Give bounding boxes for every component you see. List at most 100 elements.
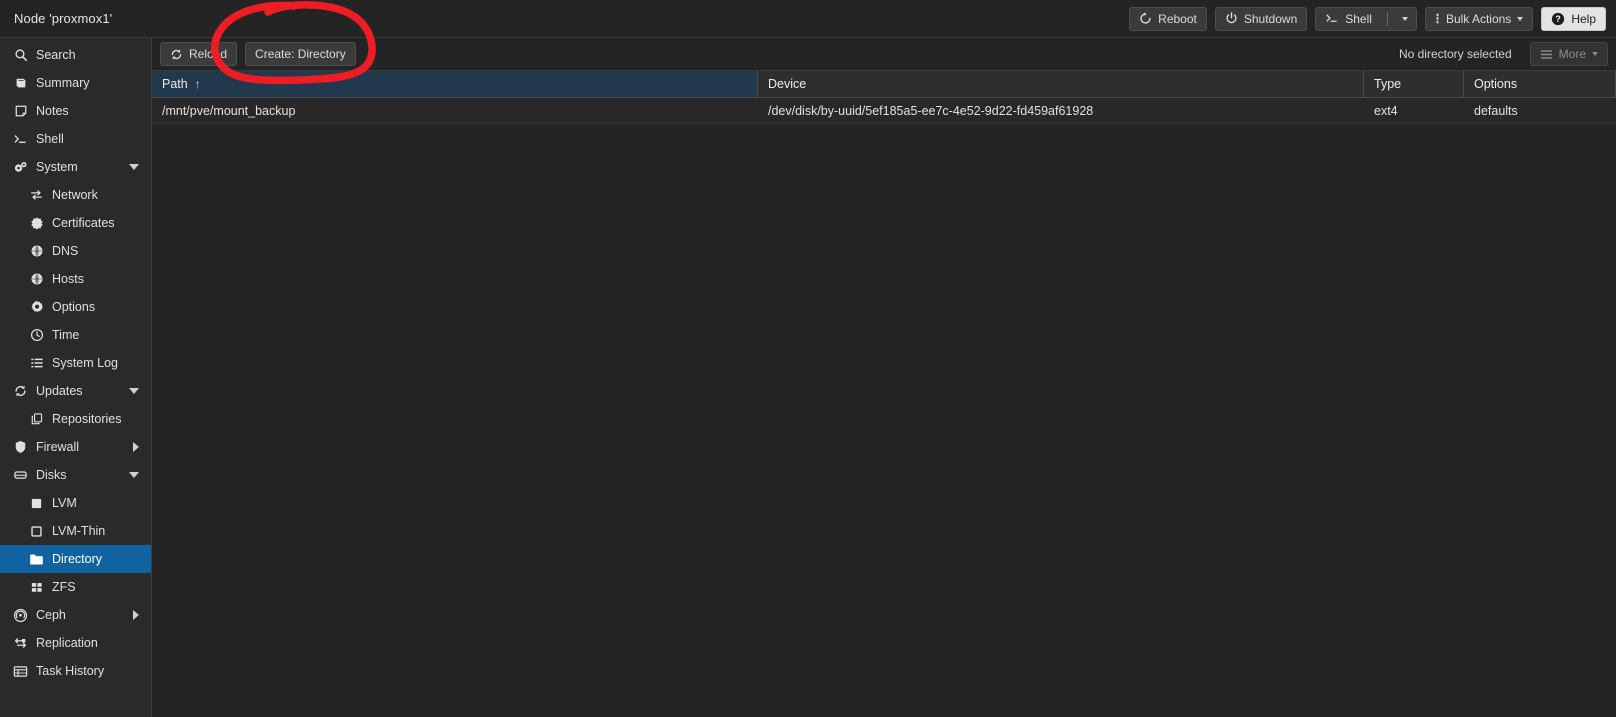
chevron-down-icon — [1592, 52, 1598, 56]
refresh-icon — [12, 384, 29, 398]
terminal-icon — [12, 132, 29, 146]
sidebar-item-options[interactable]: Options — [0, 293, 151, 321]
chevron-right-icon[interactable] — [133, 442, 139, 452]
page-body: Search Summary Notes Shell System Networ… — [0, 38, 1616, 717]
sidebar-item-updates[interactable]: Updates — [0, 377, 151, 405]
column-header-device[interactable]: Device — [758, 71, 1364, 97]
reload-label: Reload — [189, 47, 228, 61]
sidebar-item-lvm-thin[interactable]: LVM-Thin — [0, 517, 151, 545]
sidebar-item-disks[interactable]: Disks — [0, 461, 151, 489]
bulk-actions-button[interactable]: Bulk Actions — [1424, 6, 1534, 31]
sidebar-item-system[interactable]: System — [0, 153, 151, 181]
sidebar-item-label: Notes — [36, 104, 69, 118]
clock-icon — [28, 328, 45, 342]
table-empty-area — [152, 124, 1616, 717]
sidebar-item-label: Ceph — [36, 608, 66, 622]
table-header-row: Path ↑ Device Type Options — [152, 71, 1616, 98]
search-icon — [12, 48, 29, 62]
sidebar-item-shell[interactable]: Shell — [0, 125, 151, 153]
globe-icon — [28, 272, 45, 286]
reload-button[interactable]: Reload — [160, 42, 238, 66]
reboot-button[interactable]: Reboot — [1129, 6, 1207, 31]
column-header-label: Type — [1374, 77, 1402, 91]
network-icon — [28, 188, 45, 202]
copy-icon — [28, 412, 45, 426]
sidebar-item-hosts[interactable]: Hosts — [0, 265, 151, 293]
more-button[interactable]: More — [1529, 42, 1608, 66]
column-header-options[interactable]: Options — [1464, 71, 1616, 97]
chevron-down-icon[interactable] — [129, 472, 139, 478]
sidebar-navigation[interactable]: Search Summary Notes Shell System Networ… — [0, 38, 152, 717]
shell-label: Shell — [1345, 11, 1372, 26]
directory-table: Path ↑ Device Type Options /mnt/pve/moun… — [152, 71, 1616, 717]
sidebar-item-label: Summary — [36, 76, 90, 90]
sidebar-item-label: Certificates — [52, 216, 115, 230]
proxmox-node-directory-page: Node 'proxmox1' Reboot Shutdown Shell Bu… — [0, 0, 1616, 717]
table-row[interactable]: /mnt/pve/mount_backup /dev/disk/by-uuid/… — [152, 98, 1616, 124]
sidebar-item-lvm[interactable]: LVM — [0, 489, 151, 517]
shell-dropdown-toggle[interactable] — [1394, 8, 1416, 30]
chevron-down-icon[interactable] — [129, 164, 139, 170]
list-icon — [28, 356, 45, 370]
sidebar-item-label: Search — [36, 48, 76, 62]
shell-button[interactable]: Shell — [1315, 6, 1417, 31]
shutdown-label: Shutdown — [1243, 11, 1298, 26]
chevron-right-icon[interactable] — [133, 610, 139, 620]
sidebar-item-ceph[interactable]: Ceph — [0, 601, 151, 629]
sidebar-item-task-history[interactable]: Task History — [0, 657, 151, 685]
chevron-down-icon[interactable] — [129, 388, 139, 394]
replication-icon — [12, 636, 29, 650]
refresh-icon — [170, 48, 183, 61]
sidebar-item-system-log[interactable]: System Log — [0, 349, 151, 377]
sidebar-item-certificates[interactable]: Certificates — [0, 209, 151, 237]
sidebar-item-label: System — [36, 160, 78, 174]
shell-main-segment[interactable]: Shell — [1316, 8, 1381, 30]
notes-icon — [12, 104, 29, 118]
sidebar-item-time[interactable]: Time — [0, 321, 151, 349]
sidebar-item-label: Task History — [36, 664, 105, 678]
certificate-icon — [28, 216, 45, 230]
square-filled-icon — [28, 497, 45, 510]
sidebar-item-dns[interactable]: DNS — [0, 237, 151, 265]
sidebar-item-zfs[interactable]: ZFS — [0, 573, 151, 601]
column-header-path[interactable]: Path ↑ — [152, 71, 758, 97]
page-title: Node 'proxmox1' — [14, 11, 113, 26]
sidebar-item-label: Options — [52, 300, 96, 314]
disk-icon — [12, 468, 29, 482]
column-header-type[interactable]: Type — [1364, 71, 1464, 97]
cell-options: defaults — [1474, 103, 1518, 118]
hamburger-icon — [1540, 49, 1553, 60]
grid-icon — [28, 581, 45, 594]
help-button[interactable]: ? Help — [1541, 6, 1606, 31]
selection-status-text: No directory selected — [1398, 47, 1512, 61]
create-directory-button[interactable]: Create: Directory — [245, 42, 356, 66]
cell-type: ext4 — [1374, 103, 1398, 118]
more-label: More — [1558, 47, 1586, 61]
sidebar-item-search[interactable]: Search — [0, 41, 151, 69]
shell-button-divider — [1386, 11, 1388, 26]
question-mark-icon: ? — [1551, 12, 1565, 26]
ceph-icon — [12, 608, 29, 623]
sidebar-item-network[interactable]: Network — [0, 181, 151, 209]
shutdown-button[interactable]: Shutdown — [1214, 6, 1308, 31]
cell-device: /dev/disk/by-uuid/5ef185a5-ee7c-4e52-9d2… — [768, 103, 1094, 118]
sidebar-item-firewall[interactable]: Firewall — [0, 433, 151, 461]
sidebar-item-label: Replication — [36, 636, 98, 650]
reboot-label: Reboot — [1158, 11, 1197, 26]
folder-icon — [28, 553, 45, 566]
kebab-menu-icon — [1435, 12, 1440, 25]
create-directory-label: Create: Directory — [255, 47, 346, 61]
sidebar-item-summary[interactable]: Summary — [0, 69, 151, 97]
sidebar-item-repositories[interactable]: Repositories — [0, 405, 151, 433]
sidebar-item-label: Network — [52, 188, 98, 202]
column-header-label: Options — [1474, 77, 1518, 91]
sidebar-item-directory[interactable]: Directory — [0, 545, 151, 573]
chevron-down-icon — [1401, 16, 1408, 21]
gear-icon — [28, 300, 45, 314]
sidebar-item-label: ZFS — [52, 580, 76, 594]
sidebar-item-label: Disks — [36, 468, 67, 482]
sidebar-item-notes[interactable]: Notes — [0, 97, 151, 125]
sidebar-item-replication[interactable]: Replication — [0, 629, 151, 657]
sidebar-item-label: Time — [52, 328, 80, 342]
svg-text:?: ? — [1556, 14, 1561, 24]
